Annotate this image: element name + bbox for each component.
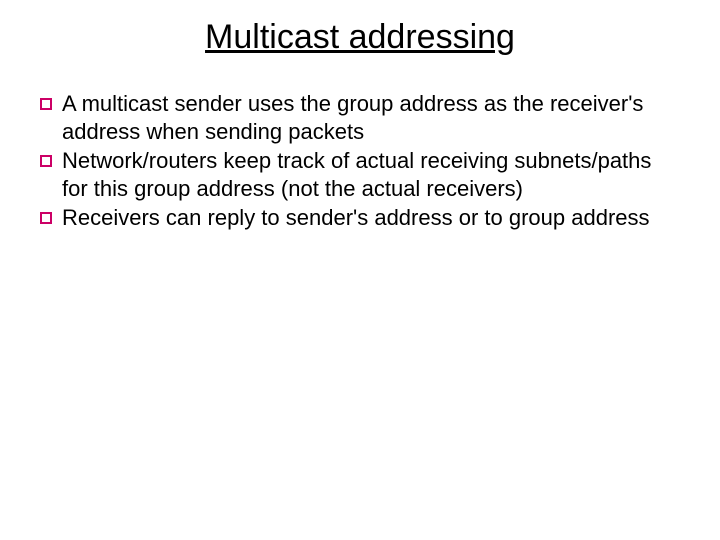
square-bullet-icon xyxy=(40,98,52,110)
list-item: Receivers can reply to sender's address … xyxy=(40,204,680,232)
square-bullet-icon xyxy=(40,155,52,167)
square-bullet-icon xyxy=(40,212,52,224)
bullet-text: A multicast sender uses the group addres… xyxy=(62,90,680,145)
slide-body: A multicast sender uses the group addres… xyxy=(40,90,680,234)
list-item: Network/routers keep track of actual rec… xyxy=(40,147,680,202)
bullet-text: Network/routers keep track of actual rec… xyxy=(62,147,680,202)
list-item: A multicast sender uses the group addres… xyxy=(40,90,680,145)
bullet-text: Receivers can reply to sender's address … xyxy=(62,204,680,232)
slide-title: Multicast addressing xyxy=(0,18,720,57)
slide: Multicast addressing A multicast sender … xyxy=(0,0,720,540)
